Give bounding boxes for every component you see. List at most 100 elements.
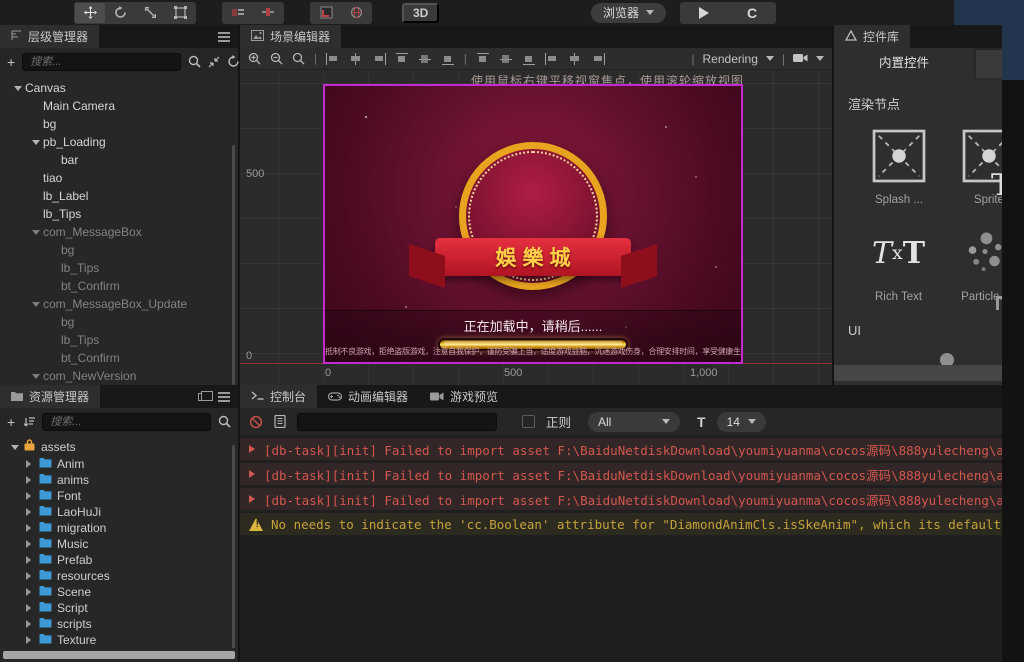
asset-folder-item[interactable]: Texture [0, 632, 238, 648]
3d-mode-button[interactable]: 3D [402, 2, 440, 23]
expand-arrow-icon[interactable] [28, 302, 43, 307]
distribute-right-icon[interactable] [591, 52, 605, 65]
hierarchy-node[interactable]: Main Camera [0, 97, 238, 115]
hierarchy-node[interactable]: com_MessageBox [0, 223, 238, 241]
hierarchy-node[interactable]: lb_Tips [0, 331, 238, 349]
sort-icon[interactable] [22, 416, 36, 428]
widget-item-richtext[interactable]: TxT Rich Text [872, 224, 925, 304]
align-h-center-icon[interactable] [349, 52, 363, 65]
tab-scene-editor[interactable]: 场景编辑器 [240, 25, 342, 48]
asset-folder-item[interactable]: migration [0, 520, 238, 536]
hierarchy-node[interactable]: lb_Tips [0, 259, 238, 277]
rendering-dropdown[interactable]: Rendering [703, 52, 758, 66]
tab-assets[interactable]: 资源管理器 [0, 385, 101, 408]
add-node-button[interactable]: + [7, 55, 15, 69]
asset-folder-item[interactable]: Script [0, 600, 238, 616]
asset-folder-item[interactable]: Anim [0, 456, 238, 472]
tab-console[interactable]: 控制台 [240, 385, 318, 408]
expand-arrow-icon[interactable] [8, 445, 22, 450]
pivot-mode-button[interactable] [223, 3, 253, 23]
assets-hscrollbar[interactable] [3, 651, 235, 659]
rotation-mode-button[interactable] [253, 3, 283, 23]
expand-arrow-icon[interactable] [26, 492, 38, 500]
local-coord-button[interactable] [311, 3, 341, 23]
hierarchy-node[interactable]: bt_Confirm [0, 277, 238, 295]
expand-arrow-icon[interactable] [26, 476, 38, 484]
error-log-row[interactable]: [db-task][init] Failed to import asset F… [240, 488, 1002, 510]
hierarchy-node[interactable]: bt_Confirm [0, 349, 238, 367]
scene-viewport[interactable]: 使用鼠标右键平移视窗焦点，使用滚轮缩放视图 500 0 0 500 1,000 … [240, 70, 832, 385]
rotate-tool-button[interactable] [105, 3, 135, 23]
warning-log-row[interactable]: No needs to indicate the 'cc.Boolean' at… [240, 513, 1002, 535]
distribute-left-icon[interactable] [544, 52, 559, 65]
hierarchy-node[interactable]: com_NewVersion [0, 367, 238, 385]
distribute-center-icon[interactable] [568, 52, 582, 65]
hierarchy-node[interactable]: bg [0, 241, 238, 259]
tab-hierarchy[interactable]: 层级管理器 [0, 25, 100, 48]
expand-arrow-icon[interactable] [28, 230, 43, 235]
hierarchy-node[interactable]: Canvas [0, 79, 238, 97]
play-button[interactable] [680, 2, 728, 24]
tab-game-preview[interactable]: 游戏预览 [419, 385, 509, 408]
align-top-icon[interactable] [395, 52, 409, 65]
panel-menu-icon[interactable] [218, 395, 230, 398]
expand-arrow-icon[interactable] [28, 140, 43, 145]
asset-folder-item[interactable]: Music [0, 536, 238, 552]
hierarchy-node[interactable]: bg [0, 313, 238, 331]
asset-folder-item[interactable]: scripts [0, 616, 238, 632]
hierarchy-scrollbar[interactable] [232, 145, 235, 385]
align-right-icon[interactable] [372, 52, 386, 65]
subtab-builtin-widgets[interactable]: 内置控件 [834, 48, 974, 78]
align-bottom-icon[interactable] [441, 53, 455, 65]
zoom-out-icon[interactable] [270, 52, 283, 65]
assets-search-input[interactable] [42, 412, 211, 431]
console-filter-input[interactable] [297, 412, 497, 431]
assets-scrollbar[interactable] [232, 445, 235, 648]
expand-arrow-icon[interactable] [26, 460, 38, 468]
expand-triangle-icon[interactable] [249, 445, 255, 453]
hierarchy-search-input[interactable] [22, 52, 182, 71]
error-log-row[interactable]: [db-task][init] Failed to import asset F… [240, 438, 1002, 460]
collapse-all-icon[interactable] [208, 56, 220, 68]
expand-arrow-icon[interactable] [10, 86, 25, 91]
expand-arrow-icon[interactable] [26, 524, 38, 532]
expand-arrow-icon[interactable] [26, 572, 38, 580]
hierarchy-node[interactable]: bar [0, 151, 238, 169]
widget-item[interactable]: Splash ... [872, 127, 926, 206]
browser-select[interactable]: 浏览器 [590, 2, 666, 23]
log-level-dropdown[interactable]: All [588, 411, 681, 432]
assets-root-item[interactable]: assets [0, 438, 238, 456]
hierarchy-node[interactable]: bg [0, 115, 238, 133]
align-v-middle-icon[interactable] [418, 53, 432, 65]
font-size-dropdown[interactable]: 14 [716, 411, 766, 432]
distribute-middle-icon[interactable] [499, 53, 513, 65]
zoom-reset-icon[interactable] [292, 52, 305, 65]
expand-arrow-icon[interactable] [26, 508, 38, 516]
search-icon[interactable] [218, 415, 231, 428]
expand-arrow-icon[interactable] [26, 540, 38, 548]
widget-item-particle[interactable]: Particle... [961, 224, 1002, 303]
asset-folder-item[interactable]: resources [0, 568, 238, 584]
distribute-bottom-icon[interactable] [522, 53, 536, 65]
clear-console-icon[interactable] [249, 415, 263, 429]
expand-arrow-icon[interactable] [26, 636, 38, 644]
tab-widget-library[interactable]: 控件库 [834, 25, 911, 48]
global-coord-button[interactable] [341, 3, 371, 23]
move-tool-button[interactable] [75, 2, 105, 23]
hierarchy-node[interactable]: com_MessageBox_Update [0, 295, 238, 313]
expand-arrow-icon[interactable] [26, 588, 38, 596]
asset-folder-item[interactable]: Scene [0, 584, 238, 600]
asset-folder-item[interactable]: LaoHuJi [0, 504, 238, 520]
game-canvas[interactable]: 888 娛樂城 正在加载中，请稍后...... 抵制不良游戏，拒绝盗版游戏，注意… [323, 84, 743, 364]
rect-transform-tool-button[interactable] [165, 3, 195, 23]
tab-animation-editor[interactable]: 动画编辑器 [317, 385, 419, 408]
expand-arrow-icon[interactable] [26, 604, 38, 612]
search-icon[interactable] [188, 55, 201, 68]
asset-folder-item[interactable]: Font [0, 488, 238, 504]
hierarchy-node[interactable]: lb_Tips [0, 205, 238, 223]
align-left-icon[interactable] [325, 52, 340, 65]
zoom-in-icon[interactable] [248, 52, 261, 65]
expand-arrow-icon[interactable] [26, 620, 38, 628]
error-log-row[interactable]: [db-task][init] Failed to import asset F… [240, 463, 1002, 485]
open-external-icon[interactable] [198, 390, 213, 401]
